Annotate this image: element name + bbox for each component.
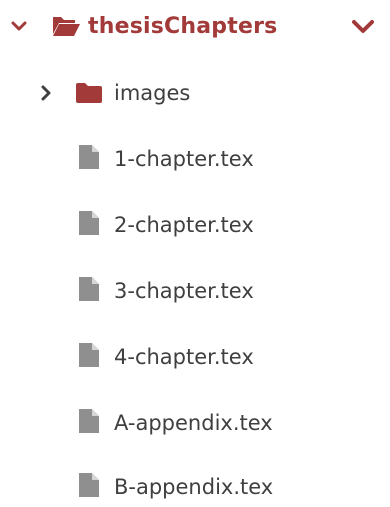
file-icon (78, 276, 100, 306)
file-icon (78, 210, 100, 240)
folder-open-icon (51, 14, 81, 38)
chevron-down-icon[interactable] (352, 17, 374, 35)
chevron-right-icon[interactable] (38, 85, 54, 101)
file-label: 4-chapter.tex (114, 345, 254, 369)
file-icon (78, 342, 100, 372)
file-icon (78, 472, 100, 502)
file-label: 2-chapter.tex (114, 213, 254, 237)
file-row[interactable]: 1-chapter.tex (0, 139, 390, 179)
file-tree: thesisChapters images 1-chapter.tex 2-ch… (0, 0, 390, 507)
file-row[interactable]: 3-chapter.tex (0, 271, 390, 311)
file-row[interactable]: A-appendix.tex (0, 403, 390, 443)
chevron-down-icon[interactable] (11, 18, 27, 34)
file-label: B-appendix.tex (114, 475, 274, 499)
file-row[interactable]: 4-chapter.tex (0, 337, 390, 377)
folder-row-thesisChapters[interactable]: thesisChapters (0, 6, 390, 46)
file-label: A-appendix.tex (114, 411, 273, 435)
folder-label: images (114, 81, 191, 105)
folder-row-images[interactable]: images (0, 73, 390, 113)
file-icon (78, 408, 100, 438)
folder-label: thesisChapters (88, 13, 278, 39)
file-row[interactable]: B-appendix.tex (0, 469, 390, 505)
file-label: 1-chapter.tex (114, 147, 254, 171)
folder-icon (75, 82, 103, 104)
file-icon (78, 144, 100, 174)
file-label: 3-chapter.tex (114, 279, 254, 303)
file-row[interactable]: 2-chapter.tex (0, 205, 390, 245)
